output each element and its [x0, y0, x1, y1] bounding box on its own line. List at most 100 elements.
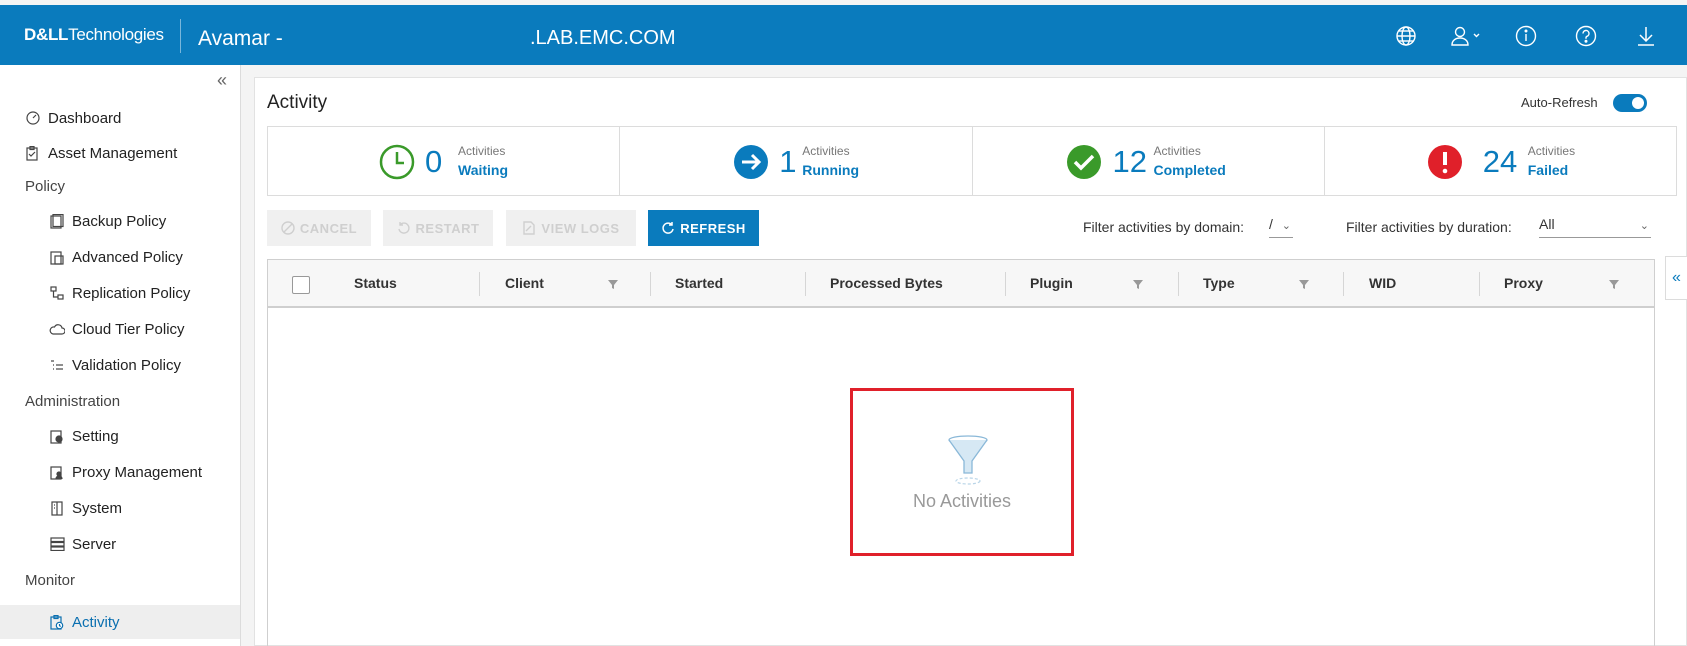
grid-header: Status Client Started Processed Bytes Pl…	[268, 260, 1654, 308]
globe-icon[interactable]	[1393, 23, 1419, 49]
nav-validation-policy[interactable]: Validation Policy	[0, 348, 240, 382]
domain-filter-select[interactable]: / ⌄	[1269, 216, 1293, 238]
nav-label: Dashboard	[48, 109, 122, 127]
column-type[interactable]: Type	[1203, 260, 1235, 306]
download-icon[interactable]	[1633, 23, 1659, 49]
validation-list-icon	[48, 356, 66, 374]
failed-count: 24	[1482, 144, 1518, 179]
nav-group-administration: Administration	[25, 393, 121, 410]
sidebar: « Dashboard Asset Management Policy Back…	[0, 65, 241, 646]
nav-activity[interactable]: Activity	[0, 605, 240, 639]
collapse-sidebar-icon[interactable]: «	[212, 71, 232, 91]
nav-replication-policy[interactable]: Replication Policy	[0, 276, 240, 310]
nav-asset-management[interactable]: Asset Management	[0, 136, 240, 170]
failed-label: Failed	[1527, 162, 1569, 178]
stat-running[interactable]: 1 Activities Running	[620, 127, 973, 195]
column-divider	[1178, 272, 1179, 296]
select-all-checkbox[interactable]	[292, 276, 310, 294]
running-label: Running	[802, 162, 860, 178]
nav-label: Advanced Policy	[72, 248, 183, 266]
nav-label: Validation Policy	[72, 356, 181, 374]
proxy-icon	[48, 463, 66, 481]
failed-label-top: Activities	[1527, 144, 1576, 158]
check-circle-icon	[1066, 145, 1101, 179]
empty-message: No Activities	[912, 491, 1012, 511]
column-divider	[805, 272, 806, 296]
activity-summary: 0 Activities Waiting 1 Activities Runnin…	[267, 126, 1677, 196]
column-client[interactable]: Client	[505, 260, 544, 306]
app-title: Avamar -	[198, 27, 283, 50]
refresh-icon	[662, 222, 674, 234]
column-started[interactable]: Started	[675, 260, 723, 306]
expand-right-panel-icon[interactable]: «	[1665, 256, 1687, 300]
activity-panel: Activity Auto-Refresh 0 Activities Waiti…	[254, 77, 1687, 646]
nav-group-monitor: Monitor	[25, 572, 76, 589]
column-processed-bytes[interactable]: Processed Bytes	[830, 260, 943, 306]
empty-state: No Activities	[850, 388, 1074, 556]
nav-setting[interactable]: Setting	[0, 419, 240, 453]
running-label-top: Activities	[802, 144, 850, 158]
stat-failed[interactable]: 24 Activities Failed	[1325, 127, 1676, 195]
nav-cloud-tier-policy[interactable]: Cloud Tier Policy	[0, 312, 240, 346]
dell-technologies-logo[interactable]: D&LLTechnologies	[24, 25, 164, 45]
nav-dashboard[interactable]: Dashboard	[0, 101, 240, 135]
stat-waiting[interactable]: 0 Activities Waiting	[268, 127, 621, 195]
error-circle-icon	[1427, 145, 1462, 179]
column-status[interactable]: Status	[354, 260, 397, 306]
nav-label: Cloud Tier Policy	[72, 320, 185, 338]
completed-label-top: Activities	[1153, 144, 1201, 158]
setting-icon	[48, 427, 66, 445]
restart-button[interactable]: RESTART	[383, 210, 493, 246]
waiting-count: 0	[425, 144, 443, 179]
duration-filter-select[interactable]: All ⌄	[1539, 216, 1651, 238]
restart-label: RESTART	[415, 220, 480, 236]
backup-policy-icon	[48, 212, 66, 230]
nav-backup-policy[interactable]: Backup Policy	[0, 204, 240, 238]
nav-system[interactable]: System	[0, 491, 240, 525]
auto-refresh-toggle[interactable]	[1613, 94, 1647, 112]
column-wid[interactable]: WID	[1369, 260, 1396, 306]
arrow-right-circle-icon	[734, 145, 769, 179]
duration-filter-value: All	[1539, 216, 1555, 232]
refresh-button[interactable]: REFRESH	[648, 210, 759, 246]
nav-label: Setting	[72, 427, 119, 445]
cancel-label: CANCEL	[299, 220, 358, 236]
nav-label: Replication Policy	[72, 284, 191, 302]
nav-proxy-management[interactable]: Proxy Management	[0, 455, 240, 489]
nav-advanced-policy[interactable]: Advanced Policy	[0, 240, 240, 274]
nav-label: Server	[72, 535, 117, 553]
user-menu-icon[interactable]	[1449, 23, 1485, 49]
column-divider	[1479, 272, 1480, 296]
nav-label: Asset Management	[48, 144, 178, 162]
filter-icon[interactable]	[607, 278, 619, 290]
help-icon[interactable]	[1573, 23, 1599, 49]
replication-policy-icon	[48, 284, 66, 302]
column-proxy[interactable]: Proxy	[1504, 260, 1543, 306]
column-divider	[650, 272, 651, 296]
nav-group-policy: Policy	[25, 178, 66, 195]
server-icon	[48, 535, 66, 553]
asset-icon	[24, 144, 42, 162]
filter-icon[interactable]	[1608, 278, 1620, 290]
filter-icon[interactable]	[1132, 278, 1144, 290]
column-plugin[interactable]: Plugin	[1030, 260, 1073, 306]
server-hostname: .LAB.EMC.COM	[530, 27, 676, 49]
completed-label: Completed	[1153, 162, 1226, 178]
chevron-down-icon: ⌄	[1281, 220, 1291, 232]
nav-label: Backup Policy	[72, 212, 167, 230]
domain-filter-value: /	[1269, 216, 1273, 232]
restart-icon	[397, 222, 410, 234]
top-header: D&LLTechnologies Avamar - .LAB.EMC.COM	[0, 5, 1687, 65]
info-icon[interactable]	[1513, 23, 1539, 49]
system-icon	[48, 499, 66, 517]
duration-filter-label: Filter activities by duration:	[1346, 219, 1512, 235]
view-logs-button[interactable]: VIEW LOGS	[506, 210, 636, 246]
nav-server[interactable]: Server	[0, 527, 240, 561]
cancel-icon	[281, 221, 295, 235]
filter-icon[interactable]	[1298, 278, 1310, 290]
running-count: 1	[779, 144, 797, 179]
stat-completed[interactable]: 12 Activities Completed	[973, 127, 1325, 195]
nav-label: Activity	[72, 613, 120, 631]
cancel-button[interactable]: CANCEL	[267, 210, 371, 246]
page-title: Activity	[267, 92, 328, 113]
